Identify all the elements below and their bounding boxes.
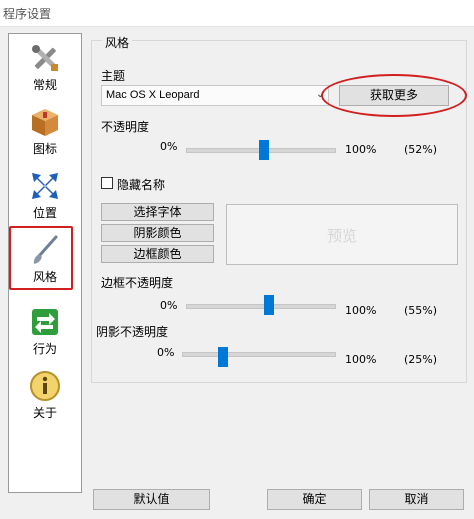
hide-names-checkbox[interactable] bbox=[101, 177, 113, 189]
position-arrows-icon bbox=[29, 170, 61, 202]
box-icon bbox=[29, 106, 61, 138]
preview-box: 预览 bbox=[226, 204, 458, 265]
sidebar-item-label: 风格 bbox=[32, 270, 57, 284]
opacity-value: (52%) bbox=[404, 143, 438, 156]
opacity-slider-thumb[interactable] bbox=[259, 140, 269, 160]
opacity-max: 100% bbox=[345, 143, 377, 156]
shadow-color-button[interactable]: 阴影颜色 bbox=[101, 224, 214, 242]
chevron-down-icon: ⌄ bbox=[316, 89, 325, 100]
sidebar-item-label: 图标 bbox=[32, 142, 57, 156]
default-button[interactable]: 默认值 bbox=[93, 489, 210, 510]
sidebar-item-style[interactable]: 风格 bbox=[9, 230, 81, 290]
behavior-arrows-icon bbox=[29, 306, 61, 338]
shadow-opacity-max: 100% bbox=[345, 353, 377, 366]
shadow-opacity-label: 阴影不透明度 bbox=[96, 325, 169, 339]
window-title: 程序设置 bbox=[3, 7, 52, 21]
sidebar-item-position[interactable]: 位置 bbox=[9, 166, 81, 226]
border-opacity-slider-track[interactable] bbox=[186, 304, 336, 309]
border-opacity-value: (55%) bbox=[404, 304, 438, 317]
group-title: 风格 bbox=[102, 34, 133, 51]
cancel-button[interactable]: 取消 bbox=[369, 489, 464, 510]
sidebar-item-general[interactable]: 常规 bbox=[9, 38, 81, 98]
border-opacity-label: 边框不透明度 bbox=[101, 276, 174, 290]
hide-names-label: 隐藏名称 bbox=[117, 178, 166, 192]
sidebar-item-label: 行为 bbox=[32, 342, 57, 356]
sidebar-item-label: 关于 bbox=[32, 406, 57, 420]
sidebar-item-about[interactable]: 关于 bbox=[9, 366, 81, 426]
shadow-opacity-min: 0% bbox=[157, 346, 175, 359]
shadow-opacity-value: (25%) bbox=[404, 353, 438, 366]
shadow-opacity-slider-track[interactable] bbox=[182, 352, 336, 357]
info-icon bbox=[29, 370, 61, 402]
shadow-opacity-slider-thumb[interactable] bbox=[218, 347, 228, 367]
brush-icon bbox=[29, 234, 61, 266]
opacity-label: 不透明度 bbox=[101, 120, 150, 134]
border-opacity-max: 100% bbox=[345, 304, 377, 317]
title-bar: 程序设置 bbox=[0, 0, 474, 27]
opacity-min: 0% bbox=[160, 140, 178, 153]
border-color-button[interactable]: 边框颜色 bbox=[101, 245, 214, 263]
sidebar-item-label: 位置 bbox=[32, 206, 57, 220]
preview-text: 预览 bbox=[326, 227, 357, 245]
theme-label: 主题 bbox=[101, 69, 126, 83]
sidebar-item-label: 常规 bbox=[32, 78, 57, 92]
theme-value: Mac OS X Leopard bbox=[106, 89, 200, 101]
sidebar-item-icons[interactable]: 图标 bbox=[9, 102, 81, 162]
border-opacity-slider-thumb[interactable] bbox=[264, 295, 274, 315]
sidebar-item-behavior[interactable]: 行为 bbox=[9, 302, 81, 362]
border-opacity-min: 0% bbox=[160, 299, 178, 312]
theme-select[interactable]: Mac OS X Leopard ⌄ bbox=[101, 85, 329, 106]
sidebar: 常规 图标 位置 风格 行为 关于 bbox=[8, 33, 82, 493]
get-more-button[interactable]: 获取更多 bbox=[339, 85, 449, 106]
tools-icon bbox=[29, 42, 61, 74]
choose-font-button[interactable]: 选择字体 bbox=[101, 203, 214, 221]
ok-button[interactable]: 确定 bbox=[267, 489, 362, 510]
